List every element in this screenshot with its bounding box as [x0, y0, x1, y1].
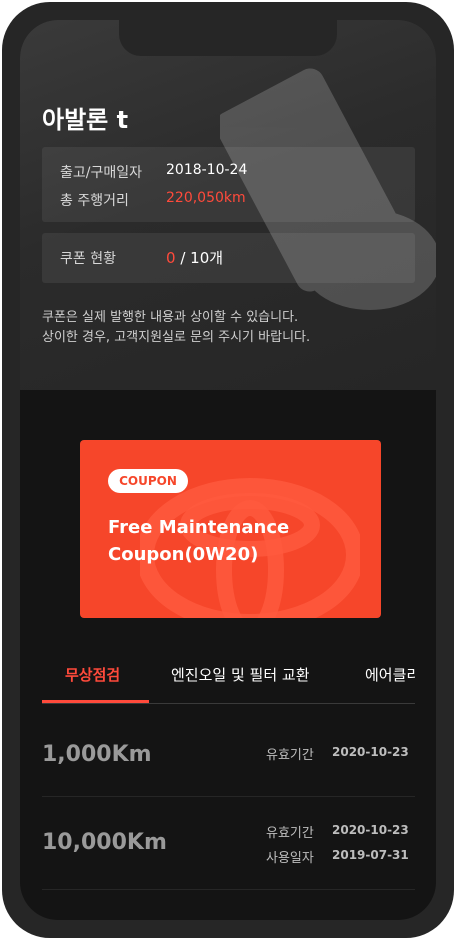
- active-tab-indicator: [42, 700, 149, 703]
- validity-date: 2020-10-23: [332, 823, 409, 837]
- coupon-title-line: Free Maintenance: [108, 517, 290, 538]
- tab-free-inspection[interactable]: 무상점검: [65, 664, 120, 685]
- notice-line: 쿠폰은 실제 발행한 내용과 상이할 수 있습니다.: [42, 310, 299, 325]
- mileage-milestone: 1,000Km: [42, 742, 152, 767]
- coupon-total-count: / 10개: [180, 249, 224, 267]
- purchase-date-value: 2018-10-24: [166, 162, 248, 178]
- device-notch: [119, 20, 337, 56]
- coupon-tabs: 무상점검 엔진오일 및 필터 교환 에어클리: [42, 650, 415, 704]
- validity-label: 유효기간: [266, 748, 314, 763]
- mileage-label: 총 주행거리: [60, 193, 129, 209]
- coupon-title-line: Coupon(0W20): [108, 544, 259, 565]
- car-info-box: 출고/구매일자 2018-10-24 총 주행거리 220,050km: [42, 147, 415, 222]
- tab-engine-oil-filter[interactable]: 엔진오일 및 필터 교환: [171, 664, 310, 685]
- car-name: 아발론 t: [42, 106, 129, 134]
- validity-label: 유효기간: [266, 826, 314, 841]
- coupon-count: 0 / 10개: [166, 247, 223, 268]
- coupon-notice: 쿠폰은 실제 발행한 내용과 상이할 수 있습니다. 상이한 경우, 고객지원실…: [42, 308, 310, 348]
- coupon-status-box: 쿠폰 현황 0 / 10개: [42, 233, 415, 283]
- coupon-tag-badge: COUPON: [108, 469, 188, 493]
- used-date-label: 사용일자: [266, 851, 314, 866]
- list-item[interactable]: 10,000Km 유효기간 2020-10-23 사용일자 2019-07-31: [42, 797, 415, 890]
- validity-date: 2020-10-23: [332, 745, 409, 759]
- coupon-card[interactable]: COUPON Free Maintenance Coupon(0W20): [80, 440, 381, 618]
- notice-line: 상이한 경우, 고객지원실로 문의 주시기 바랍니다.: [42, 330, 311, 345]
- car-info-header: 아발론 t 출고/구매일자 2018-10-24 총 주행거리 220,050k…: [20, 20, 436, 390]
- purchase-date-label: 출고/구매일자: [60, 165, 142, 181]
- phone-frame: 아발론 t 출고/구매일자 2018-10-24 총 주행거리 220,050k…: [2, 2, 454, 938]
- app-screen: 아발론 t 출고/구매일자 2018-10-24 총 주행거리 220,050k…: [20, 20, 436, 920]
- coupon-status-label: 쿠폰 현황: [60, 251, 116, 267]
- tab-air-cleaner[interactable]: 에어클리: [365, 664, 415, 685]
- coupon-used-count: 0: [166, 249, 176, 267]
- mileage-value: 220,050km: [166, 190, 246, 206]
- used-date: 2019-07-31: [332, 848, 409, 862]
- coupon-title: Free Maintenance Coupon(0W20): [108, 514, 358, 568]
- list-item[interactable]: 1,000Km 유효기간 2020-10-23: [42, 720, 415, 797]
- mileage-milestone: 10,000Km: [42, 830, 167, 855]
